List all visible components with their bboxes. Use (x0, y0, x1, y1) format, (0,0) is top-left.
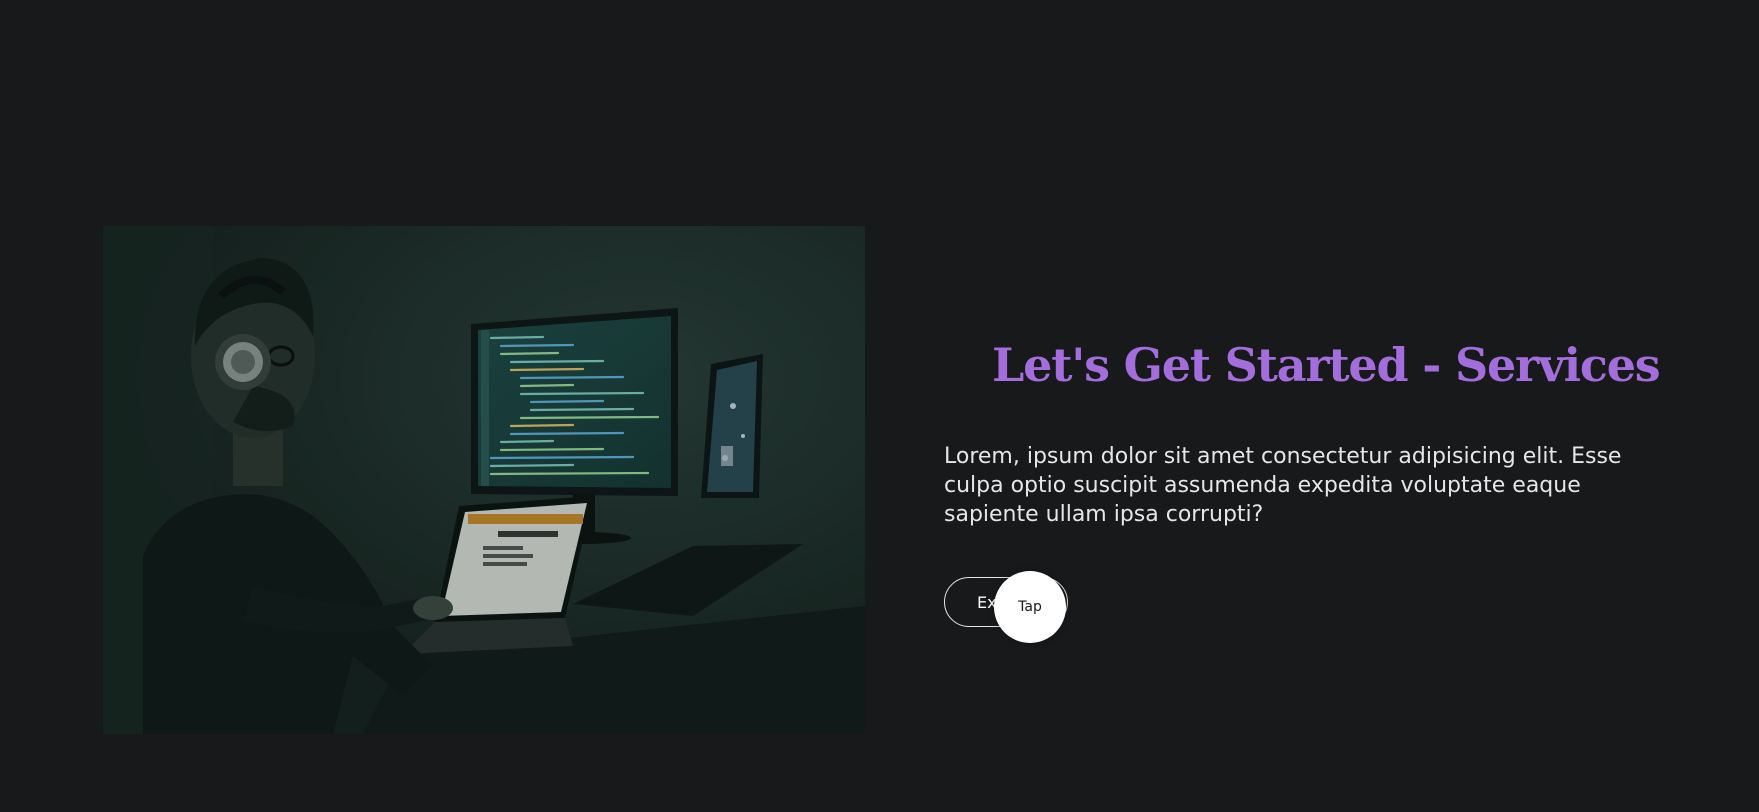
content-column: Let's Get Started - Services Lorem, ipsu… (944, 330, 1661, 643)
hero-image (103, 226, 865, 734)
description-text: Lorem, ipsum dolor sit amet consectetur … (944, 444, 1622, 527)
tap-cursor-label: Tap (1018, 599, 1042, 615)
page-title: Let's Get Started - Services (992, 338, 1661, 392)
tap-cursor-indicator: Tap (994, 571, 1066, 643)
page: Let's Get Started - Services Lorem, ipsu… (0, 0, 1759, 812)
hero-photo-illustration (103, 226, 865, 734)
cta-container: Explore Tap (944, 571, 1144, 643)
